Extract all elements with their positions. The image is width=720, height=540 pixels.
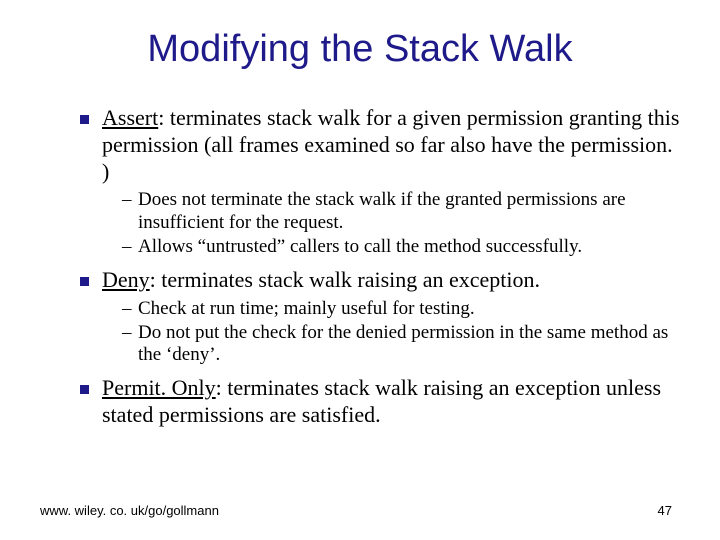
footer-page-number: 47 [658,503,672,518]
bullet-term: Deny [102,267,150,292]
sub-bullet: Check at run time; mainly useful for tes… [122,298,680,320]
sub-bullet: Allows “untrusted” callers to call the m… [122,236,680,258]
bullet-term: Assert [102,105,158,130]
bullet-deny: Deny: terminates stack walk raising an e… [80,267,680,367]
sub-bullet: Does not terminate the stack walk if the… [122,189,680,234]
bullet-permit-only: Permit. Only: terminates stack walk rais… [80,375,680,429]
sub-bullet-list: Check at run time; mainly useful for tes… [102,298,680,367]
bullet-list: Assert: terminates stack walk for a give… [40,105,680,428]
bullet-text: : terminates stack walk raising an excep… [150,267,540,292]
bullet-text: : terminates stack walk for a given perm… [102,105,679,184]
bullet-assert: Assert: terminates stack walk for a give… [80,105,680,259]
bullet-term: Permit. Only [102,375,216,400]
sub-bullet: Do not put the check for the denied perm… [122,322,680,367]
slide-title: Modifying the Stack Walk [40,28,680,71]
slide: Modifying the Stack Walk Assert: termina… [0,0,720,540]
footer-url: www. wiley. co. uk/go/gollmann [40,503,219,518]
sub-bullet-list: Does not terminate the stack walk if the… [102,189,680,258]
